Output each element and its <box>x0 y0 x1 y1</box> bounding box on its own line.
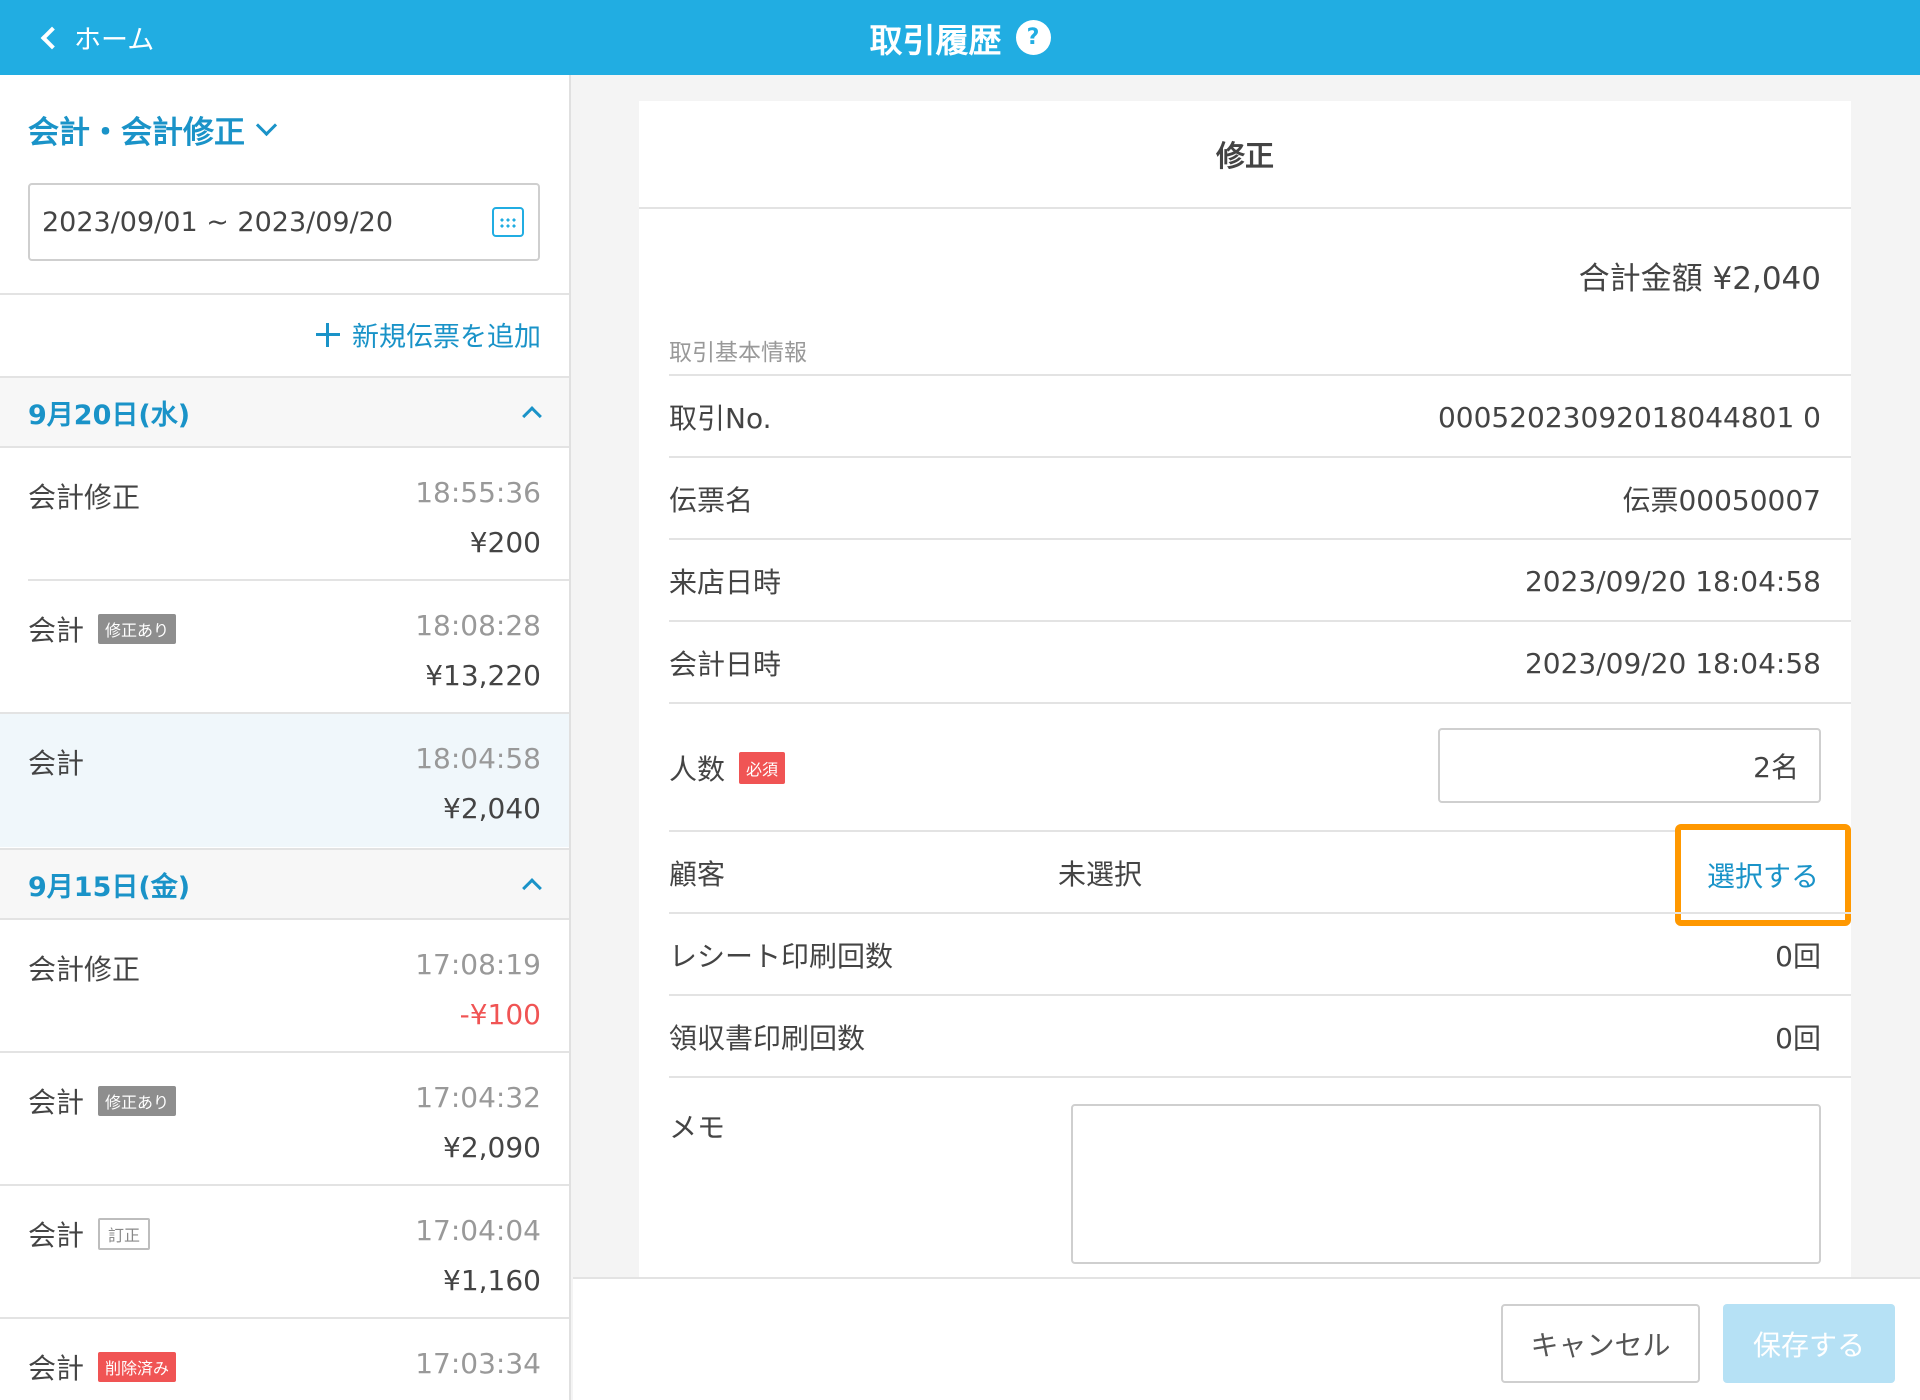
transaction-type: 会計修正 <box>28 481 141 514</box>
row-customer: 顧客 未選択 選択する <box>669 824 1851 926</box>
transaction-time: 18:55:36 <box>415 476 541 509</box>
transaction-row[interactable]: 会計 修正あり 18:08:28 ¥13,220 <box>0 581 569 714</box>
invoice-count-value: 0回 <box>1775 1022 1821 1055</box>
modified-badge: 修正あり <box>98 614 177 644</box>
row-label: 領収書印刷回数 <box>669 1022 866 1055</box>
page-title: 取引履歴 <box>869 20 1002 60</box>
day-header-0915[interactable]: 9月15日(金) <box>0 848 569 920</box>
edit-card: 修正 合計金額 ¥2,040 取引基本情報 取引No. 000520230920… <box>639 101 1851 1281</box>
date-range-picker[interactable]: 2023/09/01 ~ 2023/09/20 <box>28 183 540 261</box>
transaction-amount: ¥13,220 <box>425 659 541 692</box>
chevron-up-icon <box>522 878 542 898</box>
row-label: 来店日時 <box>669 566 782 599</box>
select-customer-button[interactable]: 選択する <box>1675 824 1851 926</box>
title-area: 取引履歴 ? <box>0 0 1920 75</box>
transaction-time: 18:08:28 <box>415 609 541 642</box>
row-label: 顧客 <box>669 858 726 891</box>
row-receipt-count: レシート印刷回数 0回 <box>669 912 1851 994</box>
chevron-up-icon <box>522 406 542 426</box>
card-title: 修正 <box>639 101 1851 209</box>
transaction-type: 会計 <box>28 1086 85 1119</box>
transaction-row[interactable]: 会計修正 17:08:19 -¥100 <box>0 920 569 1053</box>
transaction-list-panel: 会計・会計修正 2023/09/01 ~ 2023/09/20 新規伝票を追加 … <box>0 75 571 1400</box>
transaction-amount: ¥1,160 <box>443 1264 541 1297</box>
day-header-0920[interactable]: 9月20日(水) <box>0 376 569 448</box>
transaction-time: 17:04:04 <box>415 1214 541 1247</box>
transaction-row-selected[interactable]: 会計 18:04:58 ¥2,040 <box>0 714 569 847</box>
memo-textarea[interactable] <box>1071 1104 1821 1264</box>
slip-name-value: 伝票00050007 <box>1622 484 1821 517</box>
divider <box>0 293 569 295</box>
date-range-value: 2023/09/01 ~ 2023/09/20 <box>42 206 394 238</box>
transaction-amount: ¥200 <box>469 526 541 559</box>
transaction-row[interactable]: 会計 訂正 17:04:04 ¥1,160 <box>0 1186 569 1319</box>
transaction-type: 会計 <box>28 614 85 647</box>
required-badge: 必須 <box>739 752 786 784</box>
transaction-row[interactable]: 会計修正 18:55:36 ¥200 <box>0 448 569 581</box>
transaction-type: 会計 <box>28 747 85 780</box>
transaction-time: 17:04:32 <box>415 1081 541 1114</box>
row-transaction-no: 取引No. 00052023092018044801 0 <box>669 374 1851 456</box>
day-label: 9月15日(金) <box>28 871 191 903</box>
cancel-button[interactable]: キャンセル <box>1501 1304 1700 1383</box>
add-new-label: 新規伝票を追加 <box>352 322 541 353</box>
row-label: レシート印刷回数 <box>669 940 894 973</box>
visit-time-value: 2023/09/20 18:04:58 <box>1524 564 1821 598</box>
transaction-amount: ¥2,090 <box>443 1131 541 1164</box>
transaction-no-value: 00052023092018044801 0 <box>1437 400 1821 434</box>
transaction-type: 会計 <box>28 1352 85 1385</box>
deleted-badge: 削除済み <box>98 1352 177 1382</box>
transaction-type: 会計 <box>28 1219 85 1252</box>
app-header: ホーム 取引履歴 ? <box>0 0 1920 75</box>
mode-dropdown[interactable]: 会計・会計修正 <box>28 107 278 152</box>
transaction-type: 会計修正 <box>28 953 141 986</box>
plus-icon <box>316 322 340 347</box>
row-label: 取引No. <box>669 402 772 435</box>
day-label: 9月20日(水) <box>28 399 191 431</box>
add-new-slip-button[interactable]: 新規伝票を追加 <box>316 315 541 354</box>
calendar-icon <box>492 207 524 237</box>
row-visit-time: 来店日時 2023/09/20 18:04:58 <box>669 538 1851 620</box>
row-label: 人数 <box>669 753 726 786</box>
receipt-count-value: 0回 <box>1775 940 1821 973</box>
mode-label: 会計・会計修正 <box>28 115 245 151</box>
help-icon[interactable]: ? <box>1015 20 1051 55</box>
transaction-amount: ¥2,040 <box>443 792 541 825</box>
row-label: メモ <box>669 1111 726 1144</box>
row-pay-time: 会計日時 2023/09/20 18:04:58 <box>669 620 1851 702</box>
row-invoice-count: 領収書印刷回数 0回 <box>669 994 1851 1076</box>
transaction-time: 17:03:34 <box>415 1347 541 1380</box>
transaction-row[interactable]: 会計 修正あり 17:04:32 ¥2,090 <box>0 1053 569 1186</box>
transaction-time: 17:08:19 <box>415 948 541 981</box>
chevron-down-icon <box>255 114 278 137</box>
section-label: 取引基本情報 <box>669 340 807 366</box>
row-label: 会計日時 <box>669 648 782 681</box>
row-memo: メモ <box>669 1076 1851 1281</box>
save-button[interactable]: 保存する <box>1723 1304 1895 1383</box>
total-amount: 合計金額 ¥2,040 <box>1578 261 1821 297</box>
pay-time-value: 2023/09/20 18:04:58 <box>1524 646 1821 680</box>
modified-badge: 修正あり <box>98 1086 177 1116</box>
customer-value: 未選択 <box>1058 858 1143 891</box>
transaction-time: 18:04:58 <box>415 742 541 775</box>
transaction-row[interactable]: 会計 削除済み 17:03:34 <box>0 1319 569 1400</box>
row-label: 伝票名 <box>669 484 754 517</box>
corrected-badge: 訂正 <box>98 1218 151 1250</box>
row-slip-name: 伝票名 伝票00050007 <box>669 456 1851 538</box>
row-people: 人数 必須 2名 <box>669 702 1851 830</box>
action-footer: キャンセル 保存する <box>573 1277 1920 1400</box>
detail-panel: 修正 合計金額 ¥2,040 取引基本情報 取引No. 000520230920… <box>573 75 1920 1400</box>
people-count-input[interactable]: 2名 <box>1438 728 1821 803</box>
transaction-amount: -¥100 <box>459 998 541 1031</box>
